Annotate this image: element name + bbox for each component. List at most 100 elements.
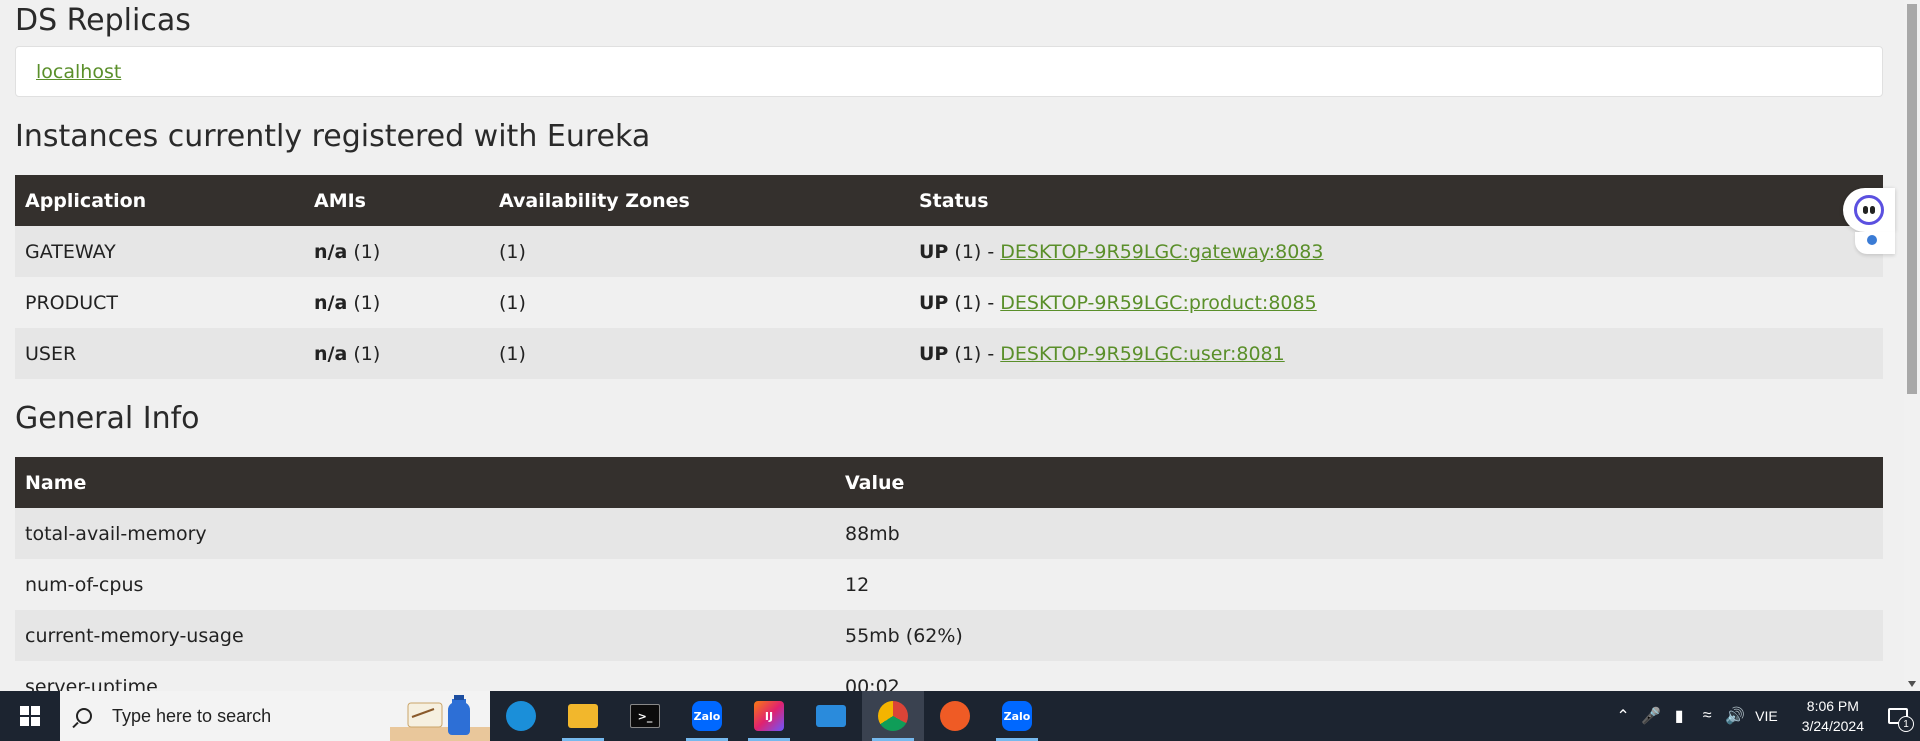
chatbot-secondary-button[interactable] xyxy=(1855,232,1895,254)
page-content: DS Replicas localhost Instances currentl… xyxy=(0,0,1904,691)
ds-replicas-title: DS Replicas xyxy=(15,3,191,38)
taskbar-app-mail[interactable] xyxy=(800,691,862,741)
folder-icon xyxy=(568,704,598,728)
status-cell: UP (1) - DESKTOP-9R59LGC:user:8081 xyxy=(909,328,1883,379)
col-value: Value xyxy=(845,471,905,494)
ami-cell: n/a (1) xyxy=(304,226,489,277)
table-row: PRODUCT n/a (1) (1) UP (1) - DESKTOP-9R5… xyxy=(15,277,1883,328)
chevron-up-icon[interactable]: ⌃ xyxy=(1609,706,1637,726)
search-icon xyxy=(76,708,92,724)
instances-table: Application AMIs Availability Zones Stat… xyxy=(15,175,1883,379)
zalo-icon: Zalo xyxy=(1002,701,1032,731)
ami-value: n/a xyxy=(314,240,348,263)
app-name: USER xyxy=(25,342,77,365)
notification-count: 1 xyxy=(1898,716,1914,732)
taskbar-app-chrome[interactable] xyxy=(862,691,924,741)
status-cell: UP (1) - DESKTOP-9R59LGC:gateway:8083 xyxy=(909,226,1883,277)
zones-cell: (1) xyxy=(499,342,526,365)
terminal-icon: >_ xyxy=(630,704,660,728)
battery-icon[interactable]: ▮ xyxy=(1665,706,1693,726)
scrollbar-thumb[interactable] xyxy=(1907,4,1917,394)
status-up: UP xyxy=(919,240,949,263)
status-count: (1) - xyxy=(954,291,1001,314)
scroll-down-arrow-icon[interactable] xyxy=(1908,681,1916,687)
taskbar-app-file-explorer[interactable] xyxy=(552,691,614,741)
mail-icon xyxy=(816,705,846,727)
info-value: 88mb xyxy=(845,522,900,545)
ami-cell: n/a (1) xyxy=(304,328,489,379)
status-count: (1) - xyxy=(954,342,1001,365)
info-value: 00:02 xyxy=(845,675,900,692)
postman-icon xyxy=(940,701,970,731)
status-count: (1) - xyxy=(954,240,1001,263)
windows-taskbar: Type here to search >_ Zalo IJ Zalo ⌃ 🎤 … xyxy=(0,691,1920,741)
taskbar-app-zalo[interactable]: Zalo xyxy=(676,691,738,741)
taskbar-app-terminal[interactable]: >_ xyxy=(614,691,676,741)
app-name: GATEWAY xyxy=(25,240,116,263)
browser-viewport: DS Replicas localhost Instances currentl… xyxy=(0,0,1904,691)
instances-title: Instances currently registered with Eure… xyxy=(15,119,651,154)
volume-icon[interactable]: 🔊 xyxy=(1721,706,1749,726)
ami-value: n/a xyxy=(314,291,348,314)
info-name: current-memory-usage xyxy=(25,624,244,647)
taskbar-app-intellij[interactable]: IJ xyxy=(738,691,800,741)
ami-count: (1) xyxy=(353,240,381,263)
general-info-table: Name Value total-avail-memory 88mb num-o… xyxy=(15,457,1883,691)
zalo-icon: Zalo xyxy=(692,701,722,731)
taskbar-app-zalo-2[interactable]: Zalo xyxy=(986,691,1048,741)
info-name: server-uptime xyxy=(25,675,158,692)
status-up: UP xyxy=(919,342,949,365)
col-availability-zones: Availability Zones xyxy=(499,189,690,212)
info-value: 12 xyxy=(845,573,870,596)
zones-cell: (1) xyxy=(499,291,526,314)
general-info-title: General Info xyxy=(15,401,200,436)
info-value: 55mb (62%) xyxy=(845,624,963,647)
search-placeholder: Type here to search xyxy=(112,705,272,726)
clock-time: 8:06 PM xyxy=(1806,698,1859,714)
ami-count: (1) xyxy=(353,291,381,314)
chrome-icon xyxy=(878,701,908,731)
table-row: server-uptime 00:02 xyxy=(15,661,1883,691)
clock[interactable]: 8:06 PM 3/24/2024 xyxy=(1802,696,1864,736)
taskbar-app-edge[interactable] xyxy=(490,691,552,741)
page-scrollbar[interactable] xyxy=(1904,0,1920,691)
ami-value: n/a xyxy=(314,342,348,365)
clock-date: 3/24/2024 xyxy=(1801,718,1864,734)
language-indicator[interactable]: VIE xyxy=(1755,708,1778,724)
col-status: Status xyxy=(919,189,989,212)
start-button[interactable] xyxy=(0,691,60,741)
instance-link[interactable]: DESKTOP-9R59LGC:gateway:8083 xyxy=(1000,241,1323,263)
windows-logo-icon xyxy=(20,706,40,726)
instance-link[interactable]: DESKTOP-9R59LGC:user:8081 xyxy=(1000,343,1284,365)
ami-cell: n/a (1) xyxy=(304,277,489,328)
zones-cell: (1) xyxy=(499,240,526,263)
chatbot-widget-button[interactable] xyxy=(1843,188,1895,232)
replica-link-localhost[interactable]: localhost xyxy=(36,61,121,83)
microphone-icon[interactable]: 🎤 xyxy=(1637,706,1665,726)
table-row: GATEWAY n/a (1) (1) UP (1) - DESKTOP-9R5… xyxy=(15,226,1883,277)
table-row: num-of-cpus 12 xyxy=(15,559,1883,610)
app-name: PRODUCT xyxy=(25,291,119,314)
bot-face-icon xyxy=(1854,195,1884,225)
taskbar-search-box[interactable]: Type here to search xyxy=(60,691,490,741)
search-highlight-illustration-icon xyxy=(390,695,490,741)
general-info-header-row: Name Value xyxy=(15,457,1883,508)
info-name: num-of-cpus xyxy=(25,573,144,596)
edge-icon xyxy=(506,701,536,731)
status-cell: UP (1) - DESKTOP-9R59LGC:product:8085 xyxy=(909,277,1883,328)
taskbar-app-postman[interactable] xyxy=(924,691,986,741)
col-amis: AMIs xyxy=(314,189,366,212)
instance-link[interactable]: DESKTOP-9R59LGC:product:8085 xyxy=(1000,292,1316,314)
status-up: UP xyxy=(919,291,949,314)
notification-center-button[interactable]: 1 xyxy=(1876,691,1920,741)
table-row: current-memory-usage 55mb (62%) xyxy=(15,610,1883,661)
wifi-icon[interactable]: ≈ xyxy=(1693,707,1721,725)
col-name: Name xyxy=(25,471,87,494)
info-name: total-avail-memory xyxy=(25,522,207,545)
instances-header-row: Application AMIs Availability Zones Stat… xyxy=(15,175,1883,226)
intellij-icon: IJ xyxy=(754,701,784,731)
ami-count: (1) xyxy=(353,342,381,365)
taskbar-apps: >_ Zalo IJ Zalo xyxy=(490,691,1048,741)
system-tray: ⌃ 🎤 ▮ ≈ 🔊 VIE 8:06 PM 3/24/2024 1 xyxy=(1609,691,1920,741)
bot-dot-icon xyxy=(1867,235,1877,245)
